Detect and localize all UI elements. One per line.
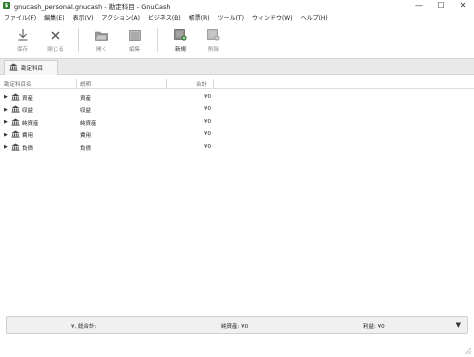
account-description: 収益 bbox=[80, 108, 92, 114]
tab-accounts[interactable]: 勘定科目 bbox=[4, 60, 58, 75]
new-account-label: 新規 bbox=[174, 47, 186, 53]
toolbar: 保存 閉じる 開く 編集 新規 削除 bbox=[0, 25, 474, 55]
account-total: ¥0 bbox=[204, 118, 211, 125]
expander-arrow-icon[interactable]: ▶ bbox=[4, 94, 8, 100]
window-title: gnucash_personal.gnucash - 勘定科目 - GnuCas… bbox=[14, 2, 171, 11]
column-divider[interactable] bbox=[76, 79, 77, 88]
gnucash-app-icon: $ bbox=[3, 2, 10, 9]
account-row[interactable]: ▶ 収益 収益 ¥0 bbox=[0, 104, 474, 117]
bank-icon bbox=[11, 130, 20, 138]
edit-button[interactable]: 編集 bbox=[118, 25, 151, 55]
column-header-account-name[interactable]: 勘定科目名 bbox=[4, 80, 32, 88]
close-tab-button[interactable]: 閉じる bbox=[39, 25, 72, 55]
menu-reports[interactable]: 帳票(R) bbox=[189, 13, 210, 22]
delete-account-button[interactable]: 削除 bbox=[197, 25, 230, 55]
account-name: 負債 bbox=[22, 145, 34, 152]
column-header-description[interactable]: 説明 bbox=[80, 80, 91, 88]
download-arrow-icon bbox=[18, 28, 28, 42]
account-description: 費用 bbox=[80, 133, 92, 139]
menu-tools[interactable]: ツール(T) bbox=[218, 13, 244, 22]
status-bar bbox=[0, 340, 474, 357]
account-tree: ▶ 資産 資産 ¥0 ▶ 収益 収益 ¥0 ▶ 純資産 純資産 ¥0 ▶ 費用 … bbox=[0, 91, 474, 154]
column-header-total[interactable]: 合計 bbox=[196, 80, 207, 88]
delete-account-icon bbox=[207, 28, 220, 42]
account-description: 負債 bbox=[80, 145, 92, 152]
close-window-button[interactable]: ✕ bbox=[452, 0, 474, 11]
folder-icon bbox=[95, 28, 108, 42]
toolbar-separator bbox=[78, 28, 79, 52]
account-row[interactable]: ▶ 負債 負債 ¥0 bbox=[0, 141, 474, 154]
column-divider[interactable] bbox=[166, 79, 167, 88]
menu-view[interactable]: 表示(V) bbox=[73, 13, 94, 22]
expander-arrow-icon[interactable]: ▶ bbox=[4, 107, 8, 113]
notebook-tabstrip: 勘定科目 bbox=[0, 58, 474, 75]
open-button[interactable]: 開く bbox=[85, 25, 118, 55]
close-label: 閉じる bbox=[47, 47, 64, 53]
expander-arrow-icon[interactable]: ▶ bbox=[4, 132, 8, 138]
account-row[interactable]: ▶ 資産 資産 ¥0 bbox=[0, 91, 474, 104]
account-total: ¥0 bbox=[204, 93, 211, 100]
save-label: 保存 bbox=[16, 47, 28, 53]
window-controls: — ☐ ✕ bbox=[408, 0, 474, 11]
bank-icon bbox=[9, 63, 18, 73]
save-button[interactable]: 保存 bbox=[6, 25, 39, 55]
maximize-button[interactable]: ☐ bbox=[430, 0, 452, 11]
menu-help[interactable]: ヘルプ(H) bbox=[301, 13, 328, 22]
menu-file[interactable]: ファイル(F) bbox=[4, 13, 36, 22]
menu-bar: ファイル(F) 編集(E) 表示(V) アクション(A) ビジネス(B) 帳票(… bbox=[0, 12, 474, 23]
expander-arrow-icon[interactable]: ▶ bbox=[4, 119, 8, 125]
triangle-down-icon[interactable]: ▼ bbox=[456, 321, 461, 329]
account-name: 資産 bbox=[22, 95, 34, 102]
menu-business[interactable]: ビジネス(B) bbox=[148, 13, 181, 22]
summary-grand-total: ¥, 総合計: bbox=[71, 324, 97, 330]
open-label: 開く bbox=[95, 47, 107, 53]
summary-bar: ¥, 総合計: 純資産: ¥0 利益: ¥0 ▼ bbox=[6, 316, 468, 334]
tab-accounts-label: 勘定科目 bbox=[21, 66, 44, 72]
summary-profit: 利益: ¥0 bbox=[363, 324, 385, 330]
menu-windows[interactable]: ウィンドウ(W) bbox=[252, 13, 293, 22]
account-total: ¥0 bbox=[204, 106, 211, 112]
account-description: 資産 bbox=[80, 95, 92, 102]
bank-icon bbox=[11, 93, 20, 101]
menu-actions[interactable]: アクション(A) bbox=[101, 13, 140, 22]
summary-net-assets: 純資産: ¥0 bbox=[221, 324, 249, 330]
close-x-icon bbox=[51, 28, 60, 42]
resize-grip-icon[interactable] bbox=[464, 347, 472, 355]
account-total: ¥0 bbox=[204, 131, 211, 137]
expander-arrow-icon[interactable]: ▶ bbox=[4, 144, 8, 150]
new-account-icon bbox=[174, 28, 187, 42]
bank-icon bbox=[11, 118, 20, 126]
account-row[interactable]: ▶ 費用 費用 ¥0 bbox=[0, 129, 474, 142]
account-name: 費用 bbox=[22, 133, 34, 139]
bank-icon bbox=[11, 143, 20, 151]
title-bar: $ gnucash_personal.gnucash - 勘定科目 - GnuC… bbox=[0, 0, 474, 11]
account-name: 収益 bbox=[22, 108, 34, 114]
edit-label: 編集 bbox=[128, 47, 140, 53]
new-account-button[interactable]: 新規 bbox=[164, 25, 197, 55]
column-divider[interactable] bbox=[213, 79, 214, 88]
ledger-edit-icon bbox=[128, 28, 141, 42]
delete-account-label: 削除 bbox=[207, 47, 219, 53]
account-tree-header: 勘定科目名 説明 合計 bbox=[0, 78, 474, 89]
bank-icon bbox=[11, 105, 20, 113]
menu-edit[interactable]: 編集(E) bbox=[44, 13, 64, 22]
minimize-button[interactable]: — bbox=[408, 0, 430, 11]
account-name: 純資産 bbox=[22, 120, 39, 127]
account-row[interactable]: ▶ 純資産 純資産 ¥0 bbox=[0, 116, 474, 129]
account-description: 純資産 bbox=[80, 120, 97, 127]
account-total: ¥0 bbox=[204, 143, 211, 150]
toolbar-separator bbox=[157, 28, 158, 52]
